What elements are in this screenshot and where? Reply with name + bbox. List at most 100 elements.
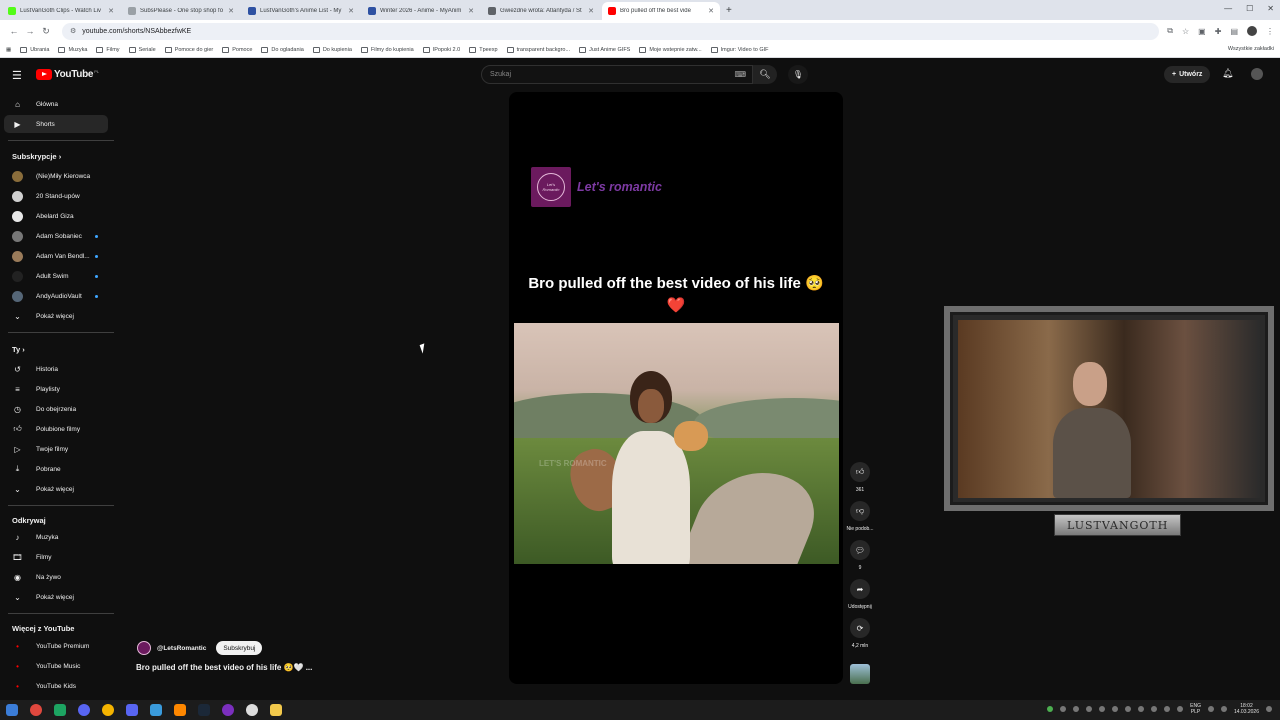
search-input[interactable]: Szukaj ⌨ [481, 65, 753, 84]
channel-avatar[interactable] [137, 641, 151, 655]
all-bookmarks[interactable]: Wszystkie zakładki [1228, 46, 1274, 52]
subscription-item[interactable]: Abelard Giza [4, 207, 108, 225]
url-field[interactable]: ⚙ youtube.com/shorts/NSAbbezfwKE [62, 22, 1160, 40]
steam-icon[interactable] [198, 704, 210, 716]
browser-tab[interactable]: SubsPlease - One stop shop fo ✕ [122, 2, 240, 20]
sidebar-item-explore[interactable]: 🎞︎ Filmy [4, 548, 108, 566]
bookmark-item[interactable]: transparent backgro... [506, 46, 570, 53]
bookmark-star-icon[interactable]: ☆ [1182, 27, 1189, 36]
app-purple-icon[interactable] [222, 704, 234, 716]
bookmark-item[interactable]: Tpeexp [469, 46, 498, 53]
tray-icon[interactable] [1177, 706, 1184, 712]
tray-icon[interactable] [1073, 706, 1080, 712]
tray-icon[interactable] [1099, 706, 1106, 712]
tab-close-icon[interactable]: ✕ [588, 7, 594, 15]
browser-blue-icon[interactable] [78, 704, 90, 716]
file-explorer-icon[interactable] [270, 704, 282, 716]
sidebar-item-you[interactable]: 👍︎ Polubione filmy [4, 420, 108, 438]
sidebar-item-shorts[interactable]: ▶ Shorts [4, 115, 108, 133]
tray-icon[interactable] [1112, 706, 1119, 712]
subscription-item[interactable]: Adam Van Bendl... [4, 247, 108, 265]
bookmark-item[interactable]: Filmy [96, 46, 120, 53]
bookmark-item[interactable]: Moje wstepnie zatw... [639, 46, 702, 53]
reload-icon[interactable]: ↻ [38, 26, 54, 37]
bookmark-item[interactable]: Just Anime GIFS [579, 46, 630, 53]
subscription-item[interactable]: 20 Stand-upów [4, 187, 108, 205]
chrome-icon[interactable] [30, 704, 42, 716]
app-blue-icon[interactable] [150, 704, 162, 716]
search-button[interactable]: 🔍︎ [753, 65, 777, 84]
sidebar-item-you[interactable]: ↺ Historia [4, 360, 108, 378]
tray-icon[interactable] [1138, 706, 1145, 712]
dislike-button[interactable]: 👎︎ [850, 501, 870, 521]
channel-name[interactable]: @LetsRomantic [157, 645, 206, 652]
tray-icon[interactable] [1060, 706, 1067, 712]
sidebar-item-explore[interactable]: ◉ Na żywo [4, 568, 108, 586]
tab-close-icon[interactable]: ✕ [468, 7, 474, 15]
show-more-button[interactable]: ⌄ Pokaż więcej [4, 480, 108, 498]
sidebar-item-explore[interactable]: ♪ Muzyka [4, 528, 108, 546]
maximize-icon[interactable]: ☐ [1246, 4, 1253, 13]
account-avatar[interactable] [1251, 68, 1263, 80]
sidepanel-icon[interactable]: ▤ [1230, 27, 1238, 36]
browser-tab[interactable]: LustVanGoth Clips - Watch Liv ✕ [2, 2, 120, 20]
notification-center-icon[interactable] [1266, 706, 1272, 712]
obs-icon[interactable] [246, 704, 258, 716]
sidebar-item-you[interactable]: ▷ Twoje filmy [4, 440, 108, 458]
new-tab-button[interactable]: + [726, 5, 732, 16]
clock[interactable]: 18:02 14.03.2026 [1234, 703, 1259, 715]
shorts-player[interactable]: Let's Romantic Let's romantic Bro pulled… [509, 92, 843, 684]
language-indicator[interactable]: ENG PLP [1190, 703, 1201, 715]
profile-avatar[interactable] [1247, 26, 1257, 36]
subscription-item[interactable]: AndyAudioVault [4, 287, 108, 305]
more-from-youtube-heading[interactable]: Więcej z YouTube [12, 624, 74, 633]
subscribe-button[interactable]: Subskrybuj [216, 641, 263, 655]
back-icon[interactable]: ← [6, 26, 22, 36]
subscription-item[interactable]: Adam Sobaniec [4, 227, 108, 245]
show-more-button[interactable]: ⌄ Pokaż więcej [4, 588, 108, 606]
tab-close-icon[interactable]: ✕ [108, 7, 114, 15]
forward-icon[interactable]: → [22, 26, 38, 36]
bookmark-item[interactable]: Pomoce [222, 46, 252, 53]
bookmark-item[interactable]: Ubrania [20, 46, 49, 53]
browser-tab[interactable]: Bro pulled off the best vide ✕ [602, 2, 720, 20]
menu-icon[interactable]: ☰ [12, 69, 22, 82]
remix-button[interactable]: ⟳ [850, 618, 870, 638]
extensions-puzzle-icon[interactable]: ✚ [1215, 27, 1222, 36]
bookmark-item[interactable]: Seriale [128, 46, 156, 53]
subscription-item[interactable]: Adult Swim [4, 267, 108, 285]
create-button[interactable]: + Utwórz [1164, 66, 1211, 83]
share-button[interactable]: ➦ [850, 579, 870, 599]
browser-tab[interactable]: Winter 2026 - Anime - MyAnim ✕ [362, 2, 480, 20]
voice-search-button[interactable]: 🎙︎ [788, 65, 808, 84]
show-more-button[interactable]: ⌄ Pokaż więcej [4, 307, 108, 325]
tray-icon[interactable] [1086, 706, 1093, 712]
sidebar-item-you[interactable]: ⤓ Pobrane [4, 460, 108, 478]
install-icon[interactable]: ⧉ [1167, 26, 1173, 36]
extension-icon[interactable]: ▣ [1198, 27, 1206, 36]
bookmark-item[interactable]: Filmy do kupienia [360, 46, 414, 53]
subscription-item[interactable]: (Nie)Miły Kierowca [4, 167, 108, 185]
video-title[interactable]: Bro pulled off the best video of his lif… [136, 663, 312, 672]
bookmark-item[interactable]: Do kupienia [312, 46, 352, 53]
sidebar-item-more[interactable]: • YouTube Premium [4, 637, 108, 655]
sidebar-item-home[interactable]: ⌂ Główna [4, 95, 108, 113]
browser-tab[interactable]: LustVanGoth's Anime List - My ✕ [242, 2, 360, 20]
bookmark-item[interactable]: Imgur: Video to GIF [710, 46, 769, 53]
video-frame[interactable]: LET'S ROMANTIC [514, 323, 839, 564]
sidebar-item-more[interactable]: • YouTube Kids [4, 677, 108, 695]
sound-thumbnail[interactable] [850, 664, 870, 684]
tab-close-icon[interactable]: ✕ [708, 7, 714, 15]
sidebar-item-you[interactable]: ◷ Do obejrzenia [4, 400, 108, 418]
windows-start-icon[interactable] [6, 704, 18, 716]
like-button[interactable]: 👍︎ [850, 462, 870, 482]
bookmark-item[interactable]: Muzyka [58, 46, 87, 53]
close-window-icon[interactable]: ✕ [1267, 4, 1274, 13]
bookmark-item[interactable]: IPopoki 2.0 [422, 46, 460, 53]
discord-icon[interactable] [126, 704, 138, 716]
tab-close-icon[interactable]: ✕ [228, 7, 234, 15]
you-heading[interactable]: Ty › [12, 345, 25, 354]
wifi-icon[interactable] [1207, 706, 1214, 712]
app-green-icon[interactable] [54, 704, 66, 716]
bookmark-item[interactable]: Pomoce do gier [164, 46, 213, 53]
